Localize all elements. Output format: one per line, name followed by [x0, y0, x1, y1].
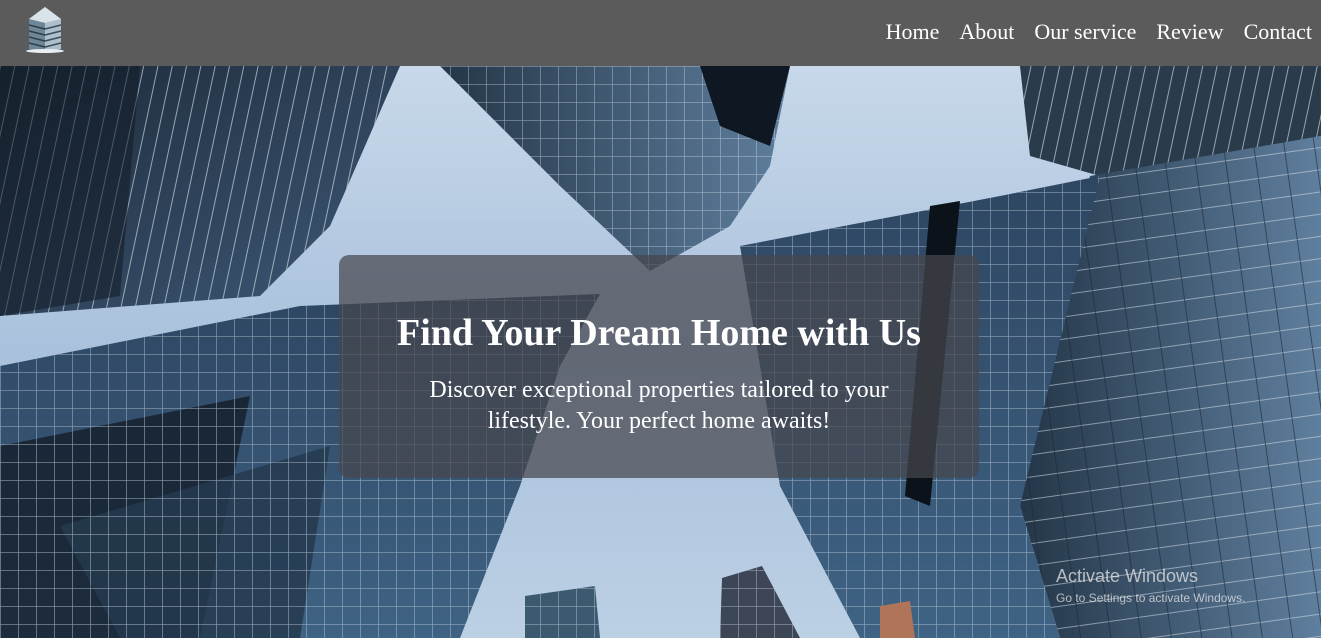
- activate-windows-title: Activate Windows: [1056, 566, 1199, 586]
- nav-link-our-service[interactable]: Our service: [1034, 18, 1136, 46]
- nav-link-about[interactable]: About: [959, 18, 1014, 46]
- nav-link-contact[interactable]: Contact: [1244, 18, 1312, 46]
- nav-link-review[interactable]: Review: [1156, 18, 1223, 46]
- hero-card: Find Your Dream Home with Us Discover ex…: [339, 255, 979, 478]
- building-logo-icon[interactable]: [24, 5, 66, 53]
- navbar: Home About Our service Review Contact: [0, 0, 1321, 66]
- hero-section: Find Your Dream Home with Us Discover ex…: [0, 66, 1321, 638]
- hero-title: Find Your Dream Home with Us: [397, 312, 921, 354]
- activate-windows-subtitle: Go to Settings to activate Windows.: [1056, 591, 1246, 605]
- activate-windows-watermark: Activate Windows Go to Settings to activ…: [1056, 565, 1245, 606]
- hero-subtitle: Discover exceptional properties tailored…: [429, 377, 889, 434]
- nav-menu: Home About Our service Review Contact: [866, 18, 1312, 46]
- nav-link-home[interactable]: Home: [886, 18, 940, 46]
